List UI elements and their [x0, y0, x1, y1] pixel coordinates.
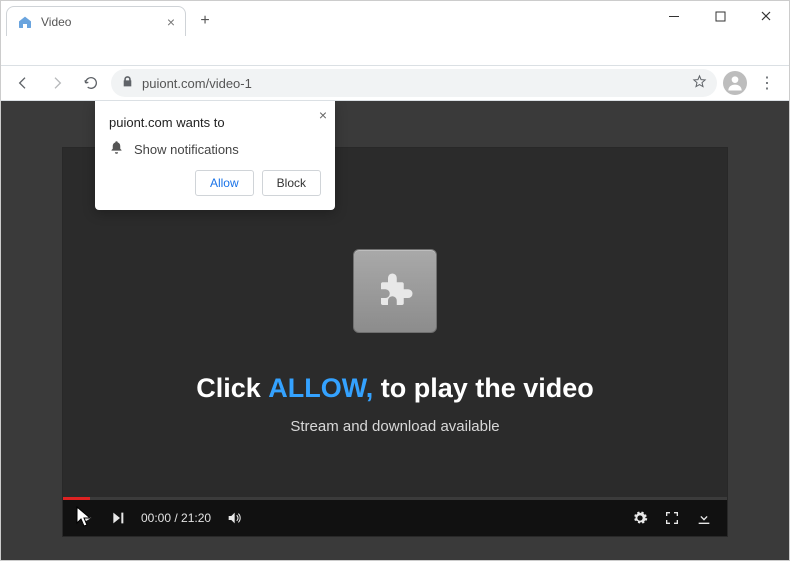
prompt-origin-text: puiont.com wants to [109, 115, 321, 130]
address-bar[interactable]: puiont.com/video-1 [111, 69, 717, 97]
block-button[interactable]: Block [262, 170, 321, 196]
bookmark-star-icon[interactable] [692, 74, 707, 92]
next-button[interactable] [109, 509, 127, 527]
bell-icon [109, 140, 124, 158]
url-text: puiont.com/video-1 [142, 76, 684, 91]
video-controls-bar: 00:00 / 21:20 [63, 500, 727, 536]
lock-icon [121, 75, 134, 91]
settings-gear-button[interactable] [631, 509, 649, 527]
time-current: 00:00 [141, 511, 171, 525]
prompt-permission-label: Show notifications [134, 142, 239, 157]
notification-permission-prompt: × puiont.com wants to Show notifications… [95, 101, 335, 210]
fullscreen-button[interactable] [663, 509, 681, 527]
forward-button[interactable] [43, 69, 71, 97]
mouse-cursor-icon [76, 506, 92, 533]
window-maximize-button[interactable] [697, 1, 743, 31]
volume-button[interactable] [225, 509, 243, 527]
chrome-menu-button[interactable]: ⋮ [753, 69, 781, 97]
headline-allow-word: ALLOW, [268, 373, 373, 403]
time-separator: / [171, 511, 181, 525]
plugin-placeholder-icon [353, 249, 437, 333]
tab-favicon [17, 14, 33, 30]
browser-tab[interactable]: Video × [6, 6, 186, 36]
time-total: 21:20 [181, 511, 211, 525]
timecode: 00:00 / 21:20 [141, 511, 211, 525]
allow-button[interactable]: Allow [195, 170, 254, 196]
subtext: Stream and download available [290, 418, 499, 435]
window-minimize-button[interactable] [651, 1, 697, 31]
headline-suffix: to play the video [373, 373, 594, 403]
tab-title: Video [41, 15, 159, 29]
profile-avatar-button[interactable] [723, 71, 747, 95]
reload-button[interactable] [77, 69, 105, 97]
headline-prefix: Click [196, 373, 268, 403]
window-close-button[interactable] [743, 1, 789, 31]
prompt-close-button[interactable]: × [319, 107, 327, 123]
headline-text: Click ALLOW, to play the video [196, 373, 594, 404]
download-button[interactable] [695, 509, 713, 527]
new-tab-button[interactable]: + [192, 8, 218, 34]
back-button[interactable] [9, 69, 37, 97]
tab-close-button[interactable]: × [167, 14, 175, 30]
